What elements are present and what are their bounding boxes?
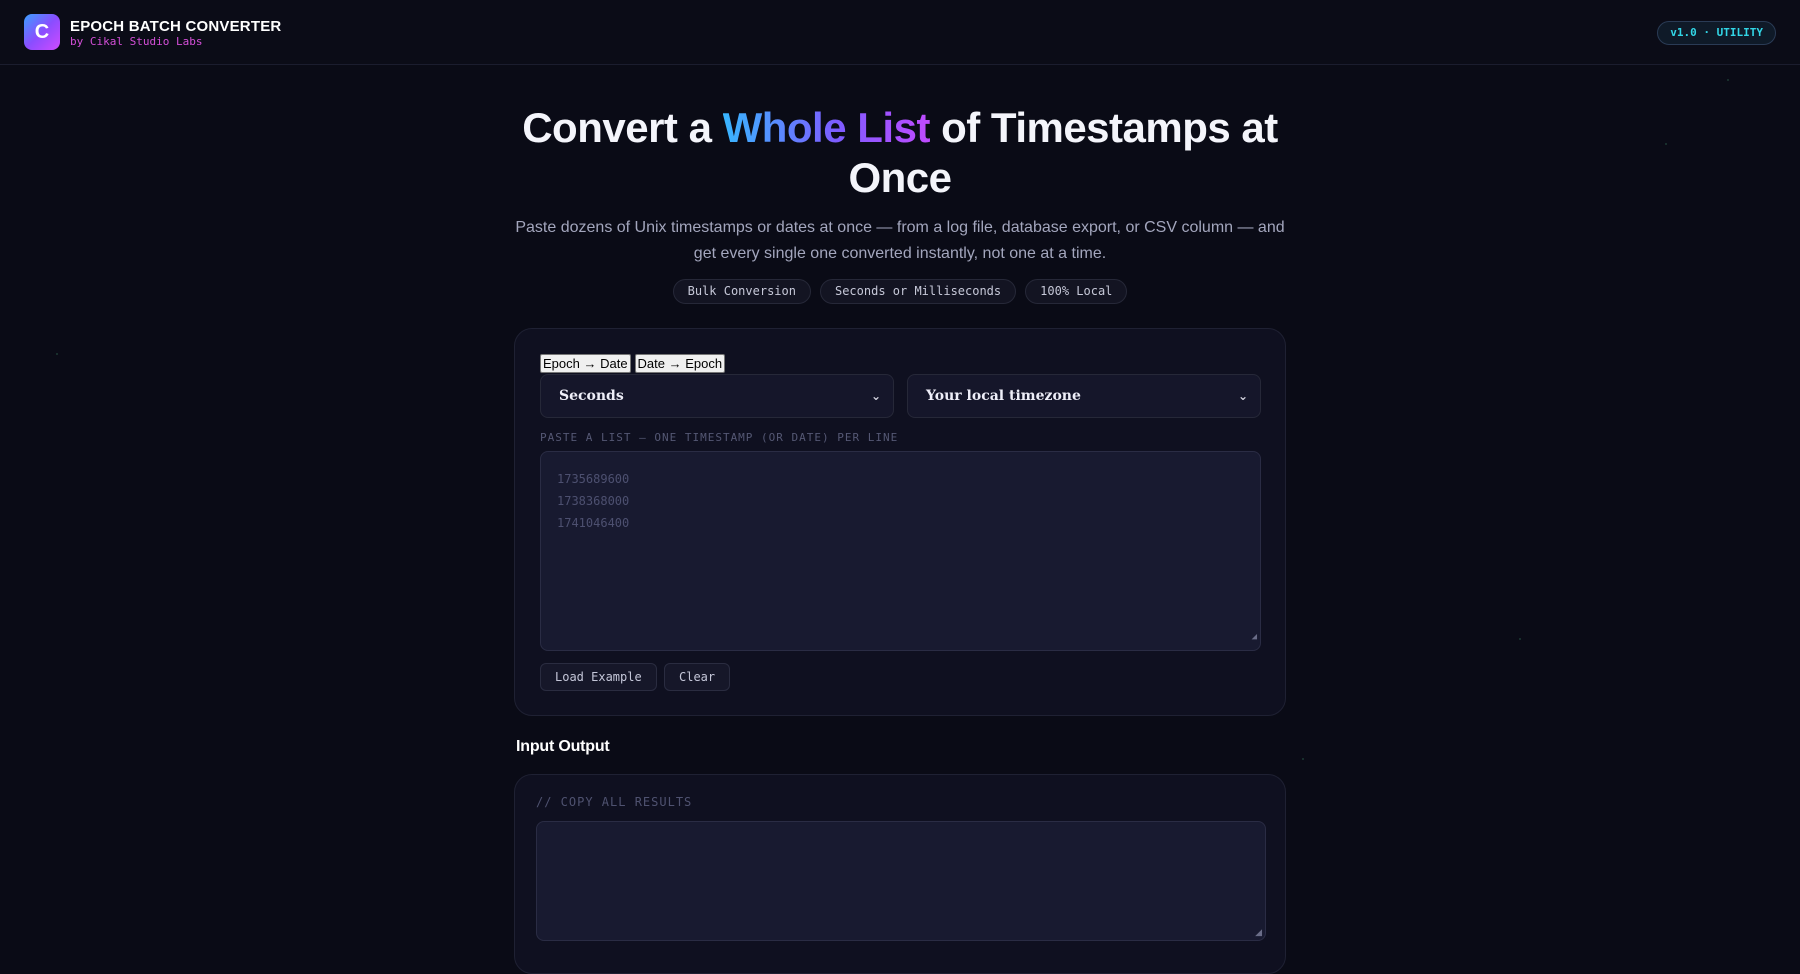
output-textarea[interactable]: ◢ bbox=[536, 821, 1266, 941]
placeholder-line: 1735689600 bbox=[557, 472, 630, 486]
unit-select[interactable]: Seconds ⌄ bbox=[540, 374, 894, 418]
tab-epoch-to-date[interactable]: Epoch → Date bbox=[540, 354, 631, 373]
background-speck bbox=[1727, 79, 1729, 81]
timezone-select-value: Your local timezone bbox=[926, 388, 1081, 404]
chip-local: 100% Local bbox=[1025, 279, 1128, 304]
timestamp-input[interactable]: 1735689600 1738368000 1741046400 ◢ bbox=[540, 451, 1261, 651]
chevron-down-icon: ⌄ bbox=[870, 389, 881, 403]
title-highlight: Whole List bbox=[722, 104, 931, 151]
converter-card: Epoch → Date Date → Epoch Seconds ⌄ Your… bbox=[514, 328, 1286, 716]
copy-all-results-label[interactable]: // COPY ALL RESULTS bbox=[536, 795, 692, 809]
placeholder-line: 1738368000 bbox=[557, 494, 630, 508]
background-speck bbox=[1519, 638, 1521, 640]
logo-letter: C bbox=[34, 20, 50, 43]
chip-bulk-conversion: Bulk Conversion bbox=[672, 279, 811, 304]
top-bar: C EPOCH BATCH CONVERTER by Cikal Studio … bbox=[0, 0, 1800, 65]
resize-handle-icon[interactable]: ◢ bbox=[1255, 927, 1262, 938]
background-speck bbox=[56, 353, 58, 355]
output-card: // COPY ALL RESULTS ◢ bbox=[514, 774, 1286, 974]
unit-select-value: Seconds bbox=[559, 388, 624, 404]
mode-tabs: Epoch → Date Date → Epoch bbox=[540, 354, 726, 373]
tab-date-to-epoch[interactable]: Date → Epoch bbox=[634, 354, 726, 373]
app-subtitle: by Cikal Studio Labs bbox=[70, 35, 203, 48]
load-example-button[interactable]: Load Example bbox=[540, 663, 657, 691]
chevron-down-icon: ⌄ bbox=[1237, 389, 1248, 403]
timezone-select[interactable]: Your local timezone ⌄ bbox=[907, 374, 1261, 418]
background-speck bbox=[1302, 758, 1304, 760]
resize-handle-icon[interactable]: ◢ bbox=[1252, 626, 1257, 648]
page-description: Paste dozens of Unix timestamps or dates… bbox=[515, 219, 1285, 262]
input-label: PASTE A LIST — ONE TIMESTAMP (OR DATE) P… bbox=[540, 431, 899, 444]
app-title: EPOCH BATCH CONVERTER bbox=[70, 18, 282, 35]
chip-seconds-ms: Seconds or Milliseconds bbox=[819, 279, 1017, 304]
page-title: Convert a Whole List of Timestamps at On… bbox=[500, 103, 1300, 203]
title-before: Convert a bbox=[522, 104, 723, 151]
placeholder-line: 1741046400 bbox=[557, 516, 630, 530]
feature-chips: Bulk Conversion Seconds or Milliseconds … bbox=[500, 279, 1300, 304]
output-heading: Input Output bbox=[516, 738, 610, 755]
background-speck bbox=[1665, 143, 1667, 145]
version-badge: v1.0 · UTILITY bbox=[1657, 21, 1776, 45]
clear-button[interactable]: Clear bbox=[664, 663, 731, 691]
app-logo: C bbox=[24, 14, 60, 50]
